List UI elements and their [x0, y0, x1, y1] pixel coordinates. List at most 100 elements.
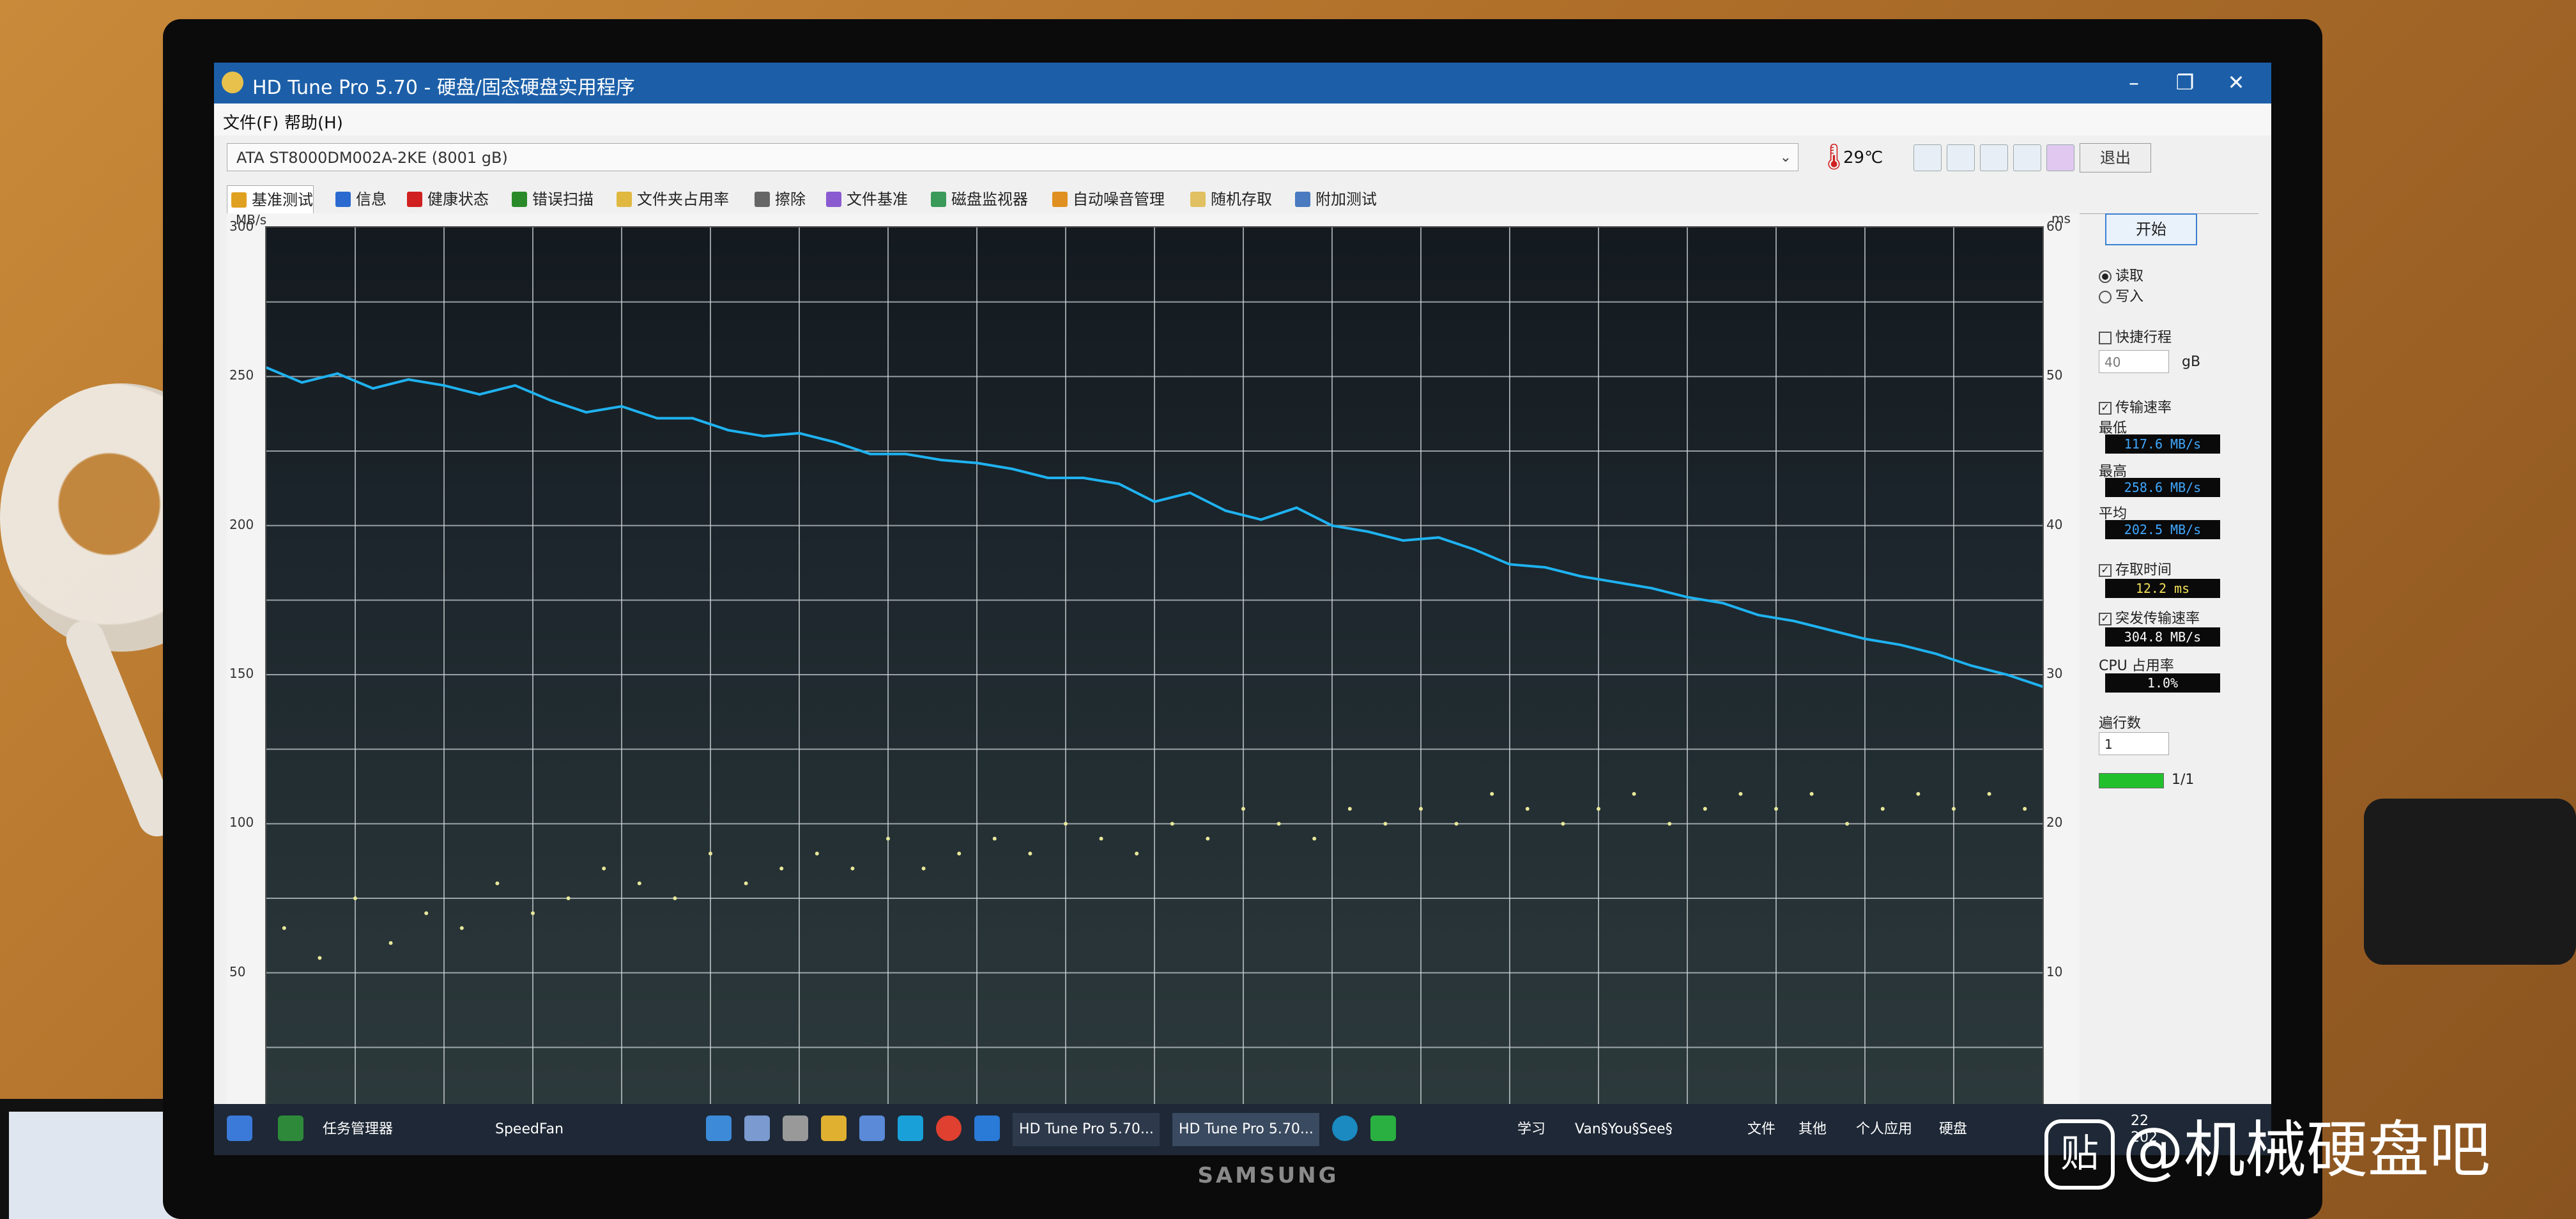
- disk-monitor-icon: [931, 192, 946, 207]
- read-radio[interactable]: 读取: [2099, 264, 2143, 285]
- menu-help[interactable]: 帮助(H): [284, 110, 343, 134]
- transfer-rate-point: [904, 452, 907, 456]
- exit-button[interactable]: 退出: [2080, 143, 2151, 172]
- options-icon[interactable]: [2013, 144, 2041, 171]
- tab-label: 附加测试: [1315, 190, 1377, 208]
- app-icon[interactable]: [744, 1116, 770, 1141]
- transfer-rate-point: [869, 452, 872, 456]
- transfer-rate-point: [1614, 581, 1618, 584]
- tray-item-files[interactable]: 文件: [1747, 1113, 1775, 1146]
- access-time-point: [1809, 792, 1814, 796]
- quick-stroke-input[interactable]: 40: [2099, 350, 2169, 373]
- chrome-icon[interactable]: [936, 1116, 962, 1141]
- pass-count-input[interactable]: 1: [2099, 732, 2169, 755]
- transfer-rate-point: [976, 461, 978, 464]
- minimize-button[interactable]: –: [2112, 66, 2156, 98]
- quick-stroke-checkbox[interactable]: 快捷行程: [2099, 326, 2172, 346]
- transfer-rate-point: [1046, 477, 1050, 479]
- taskbar-item-speedfan[interactable]: SpeedFan: [495, 1113, 564, 1146]
- access-time-point: [850, 866, 855, 871]
- radio-selected-icon: [2099, 270, 2112, 283]
- tray-item-vanyousee[interactable]: Van§You§See§: [1575, 1113, 1673, 1146]
- transfer-rate-point: [1437, 536, 1440, 539]
- checkbox-checked-icon: ✓: [2099, 402, 2112, 415]
- menu-bar: 文件(F) 帮助(H): [214, 103, 2271, 135]
- star-app-icon[interactable]: [974, 1116, 1000, 1141]
- transfer-rate-point: [1792, 620, 1795, 622]
- tab-label: 随机存取: [1211, 190, 1272, 208]
- taskbar-item-task-manager[interactable]: 任务管理器: [323, 1113, 393, 1146]
- tray-item-study[interactable]: 学习: [1517, 1113, 1545, 1146]
- save-icon[interactable]: [2046, 144, 2074, 171]
- tab-random-access[interactable]: 随机存取: [1186, 185, 1272, 213]
- close-button[interactable]: ✕: [2214, 66, 2258, 98]
- tab-noise[interactable]: 自动噪音管理: [1048, 185, 1165, 213]
- menu-file[interactable]: 文件(F): [223, 110, 279, 134]
- checkbox-checked-icon: ✓: [2099, 564, 2112, 577]
- access-time-point: [353, 896, 357, 900]
- control-panel: 开始 读取 写入 快捷行程 40 gB ✓ 传输速率 最低 117.6 MB/s …: [2092, 213, 2258, 1133]
- access-time-point: [1028, 852, 1032, 855]
- access-time-point: [1490, 792, 1494, 796]
- right-axis-tick: 10: [2046, 963, 2063, 979]
- random-access-icon: [1190, 192, 1206, 207]
- taskbar-item-hdtune-2[interactable]: HD Tune Pro 5.70...: [1172, 1113, 1319, 1146]
- tray-item-apps[interactable]: 个人应用: [1856, 1113, 1912, 1146]
- transfer-rate-point: [1508, 563, 1511, 566]
- window-title: HD Tune Pro 5.70 - 硬盘/固态硬盘实用程序: [252, 77, 635, 99]
- transfer-rate-point: [1544, 566, 1547, 569]
- access-time-checkbox[interactable]: ✓ 存取时间: [2099, 558, 2172, 579]
- write-radio[interactable]: 写入: [2099, 285, 2143, 305]
- transfer-rate-point: [1899, 643, 1902, 647]
- tab-file-benchmark[interactable]: 文件基准: [822, 185, 908, 213]
- tray-item-disk[interactable]: 硬盘: [1939, 1113, 1967, 1146]
- pass-count-label: 遍行数: [2099, 716, 2142, 732]
- app-icon[interactable]: [1332, 1116, 1358, 1141]
- tab-disk-monitor[interactable]: 磁盘监视器: [927, 185, 1028, 213]
- access-time-point: [1312, 836, 1317, 841]
- store-icon[interactable]: [859, 1116, 885, 1141]
- tab-health[interactable]: 健康状态: [403, 185, 489, 213]
- access-time-point: [2023, 807, 2027, 811]
- tab-extra-test[interactable]: 附加测试: [1291, 185, 1377, 213]
- edge-icon[interactable]: [898, 1116, 923, 1141]
- copy-info-icon[interactable]: [1913, 144, 1942, 171]
- transfer-rate-point: [478, 393, 481, 396]
- transfer-rate-point: [762, 434, 765, 438]
- explorer-icon[interactable]: [706, 1116, 732, 1141]
- app-icon[interactable]: [278, 1116, 303, 1141]
- access-time-point: [1525, 807, 1529, 811]
- transfer-rate-point: [407, 378, 410, 381]
- access-time-point: [531, 911, 535, 916]
- access-time-point: [957, 852, 962, 855]
- transfer-rate-point: [1650, 586, 1653, 590]
- burst-rate-checkbox[interactable]: ✓ 突发传输速率: [2099, 607, 2200, 627]
- start-menu-icon[interactable]: [227, 1116, 252, 1141]
- access-time-point: [1347, 807, 1352, 811]
- maximize-button[interactable]: ❐: [2163, 66, 2207, 98]
- write-label: 写入: [2115, 289, 2144, 305]
- checkbox-icon: [2099, 332, 2112, 344]
- transfer-rate-point: [1259, 518, 1262, 521]
- transfer-rate-checkbox[interactable]: ✓ 传输速率: [2099, 396, 2172, 417]
- taskbar-item-hdtune-1[interactable]: HD Tune Pro 5.70...: [1013, 1113, 1160, 1146]
- read-label: 读取: [2115, 268, 2144, 284]
- watermark-text: @机械硬盘吧: [2122, 1114, 2490, 1186]
- tab-info[interactable]: 信息: [332, 185, 387, 213]
- tab-folder[interactable]: 文件夹占用率: [613, 185, 729, 213]
- clock-icon[interactable]: [783, 1116, 808, 1141]
- plus-app-icon[interactable]: [1370, 1116, 1396, 1141]
- left-axis-tick: 50: [229, 963, 246, 979]
- access-time-point: [1632, 792, 1636, 796]
- device-select[interactable]: ATA ST8000DM002A-2KE (8001 gB) ⌄: [227, 143, 1798, 171]
- tray-item-other[interactable]: 其他: [1798, 1113, 1827, 1146]
- tab-error-scan[interactable]: 错误扫描: [508, 185, 594, 213]
- copy-all-icon[interactable]: [1947, 144, 1975, 171]
- screenshot-icon[interactable]: [1980, 144, 2008, 171]
- tab-erase[interactable]: 擦除: [751, 185, 806, 213]
- right-axis-tick: 60: [2046, 218, 2063, 234]
- tab-benchmark[interactable]: 基准测试: [227, 185, 314, 214]
- folder-icon[interactable]: [821, 1116, 847, 1141]
- start-button[interactable]: 开始: [2105, 213, 2197, 245]
- access-time-point: [1135, 852, 1139, 855]
